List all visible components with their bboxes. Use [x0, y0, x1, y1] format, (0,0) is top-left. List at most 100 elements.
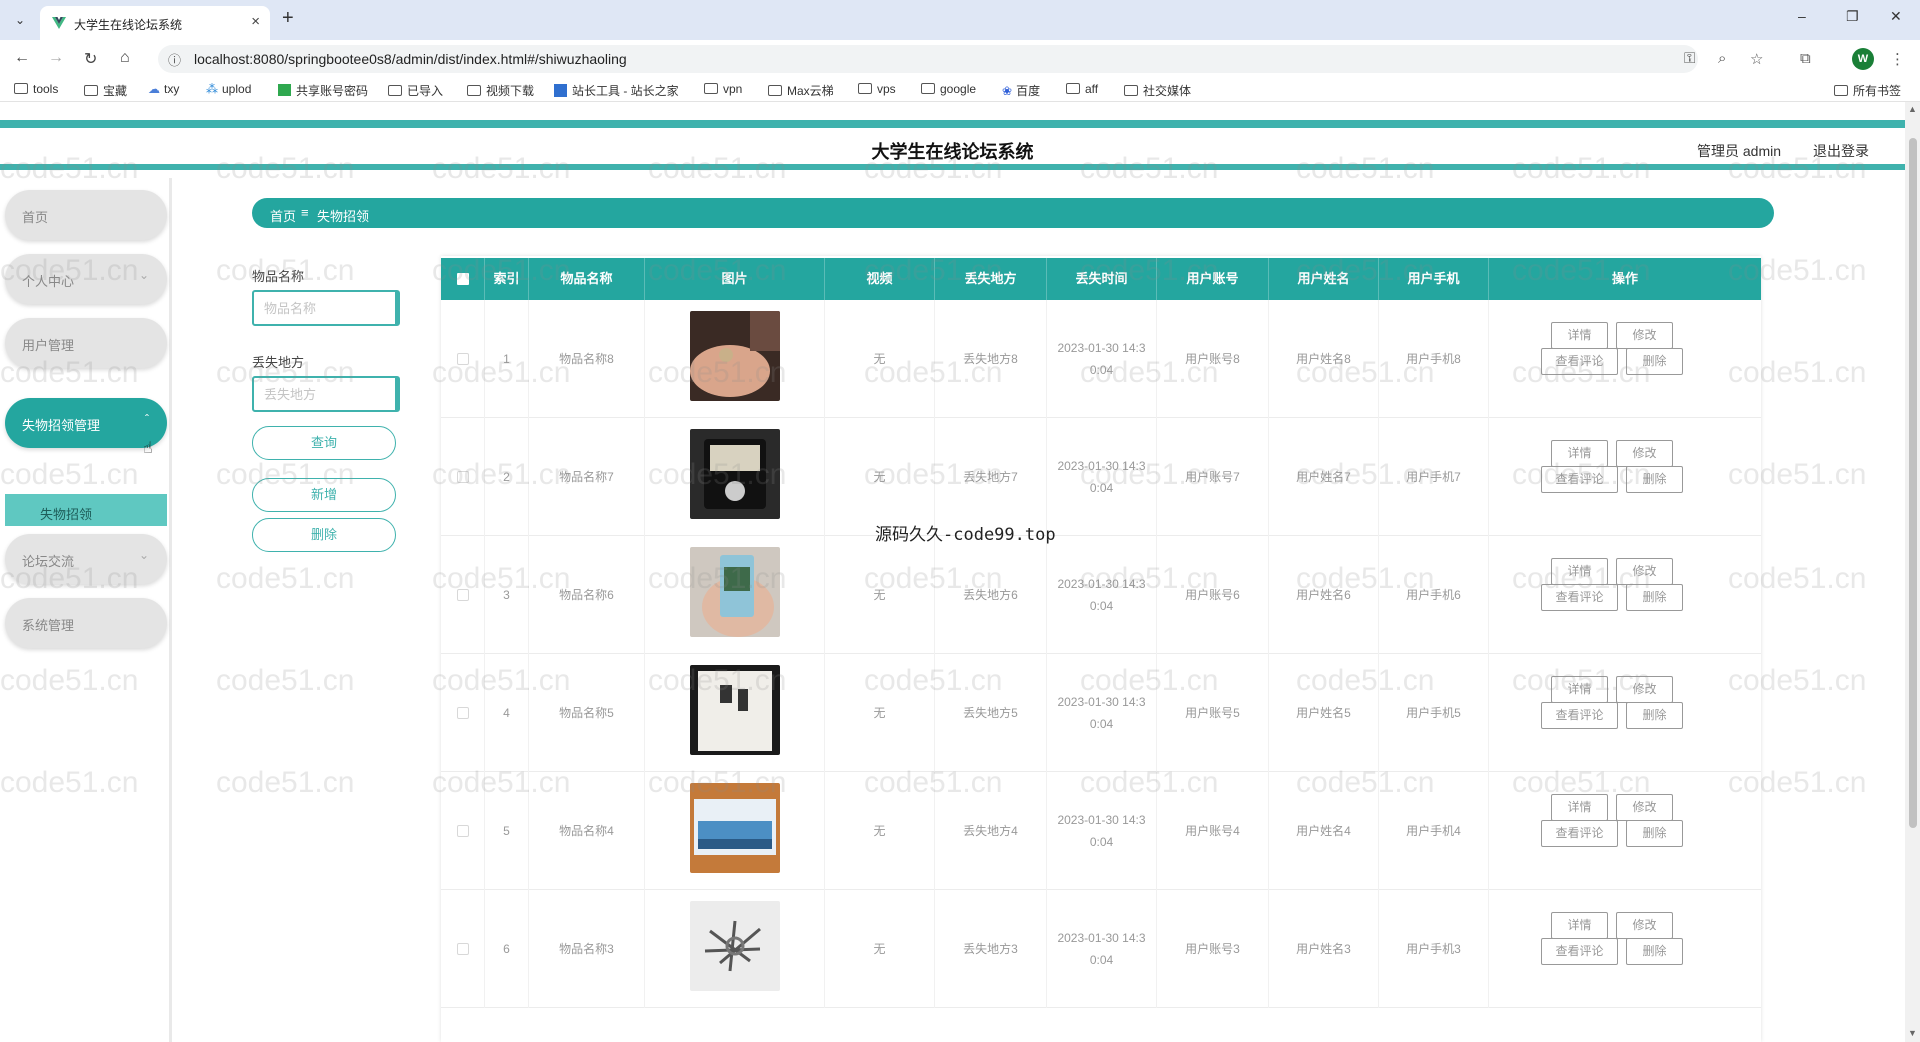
- bookmark-item[interactable]: 共享账号密码: [278, 82, 368, 99]
- bookmark-item[interactable]: vps: [858, 82, 896, 96]
- item-image[interactable]: [689, 900, 780, 998]
- row-checkbox[interactable]: [456, 825, 469, 837]
- item-image[interactable]: [689, 546, 780, 644]
- view-comments-button[interactable]: 查看评论: [1541, 348, 1618, 375]
- tab-list-chevron-icon[interactable]: ⌄: [8, 8, 32, 32]
- row-checkbox[interactable]: [456, 471, 469, 483]
- restore-icon[interactable]: ❐: [1846, 8, 1859, 25]
- edit-button[interactable]: 修改: [1616, 440, 1673, 467]
- sidebar-subitem-lost-found[interactable]: 失物招领: [5, 494, 167, 526]
- edit-button[interactable]: 修改: [1616, 322, 1673, 349]
- view-comments-button[interactable]: 查看评论: [1541, 466, 1618, 493]
- batch-delete-button[interactable]: 删除: [252, 518, 396, 552]
- index-cell: 6: [485, 890, 529, 1008]
- add-button[interactable]: 新增: [252, 478, 396, 512]
- bookmark-item[interactable]: 社交媒体: [1124, 82, 1191, 99]
- table-row: 1 物品名称8 无 丢失地方8 2023-01-30 14:3 0:04 用户账号8 用户姓名…: [441, 300, 1761, 418]
- sidebar-item-home[interactable]: 首页: [5, 190, 167, 240]
- reload-icon[interactable]: ↻: [84, 49, 97, 69]
- edit-button[interactable]: 修改: [1616, 676, 1673, 703]
- delete-button[interactable]: 删除: [1626, 348, 1683, 375]
- sidebar-item-label: 用户管理: [22, 338, 75, 353]
- edit-button[interactable]: 修改: [1616, 794, 1673, 821]
- detail-button[interactable]: 详情: [1551, 558, 1608, 585]
- breadcrumb-home[interactable]: 首页: [270, 206, 296, 225]
- browser-menu-icon[interactable]: ⋮: [1890, 50, 1905, 68]
- forward-arrow-icon[interactable]: →: [48, 49, 64, 67]
- place-cell: 丢失地方7: [935, 418, 1047, 536]
- window-close-icon[interactable]: ✕: [1890, 8, 1902, 25]
- bookmark-star-icon[interactable]: ☆: [1750, 50, 1763, 68]
- edit-button[interactable]: 修改: [1616, 558, 1673, 585]
- video-value: 无: [873, 942, 886, 956]
- scroll-up-icon[interactable]: ▲: [1908, 104, 1917, 114]
- select-all-checkbox[interactable]: [457, 273, 469, 285]
- place-cell: 丢失地方6: [935, 536, 1047, 654]
- item-image[interactable]: [689, 428, 780, 526]
- detail-button[interactable]: 详情: [1551, 322, 1608, 349]
- scrollbar-thumb[interactable]: [1909, 138, 1917, 828]
- view-comments-button[interactable]: 查看评论: [1541, 938, 1618, 965]
- detail-button[interactable]: 详情: [1551, 676, 1608, 703]
- scroll-down-icon[interactable]: ▼: [1908, 1028, 1917, 1038]
- view-comments-button[interactable]: 查看评论: [1541, 702, 1618, 729]
- index-cell: 1: [485, 300, 529, 418]
- page-scrollbar[interactable]: ▲ ▼: [1905, 102, 1920, 1042]
- item-image[interactable]: [689, 782, 780, 880]
- new-tab-plus-icon[interactable]: +: [282, 7, 294, 30]
- url-field[interactable]: ⓘ localhost:8080/springbootee0s8/admin/d…: [158, 45, 1698, 73]
- bookmark-item[interactable]: 已导入: [388, 82, 443, 99]
- delete-button[interactable]: 删除: [1626, 820, 1683, 847]
- zoom-icon[interactable]: ⌕: [1718, 50, 1726, 67]
- bookmark-item[interactable]: vpn: [704, 82, 742, 96]
- bookmark-item[interactable]: ⁂ uplod: [206, 82, 251, 96]
- detail-button[interactable]: 详情: [1551, 440, 1608, 467]
- extensions-icon[interactable]: ⧉: [1800, 50, 1811, 67]
- bookmark-item[interactable]: tools: [14, 82, 58, 96]
- bookmark-item[interactable]: Max云梯: [768, 82, 834, 99]
- delete-button[interactable]: 删除: [1626, 938, 1683, 965]
- tab-title: 大学生在线论坛系统: [74, 18, 183, 32]
- sidebar-item-system-management[interactable]: 系统管理: [5, 598, 167, 648]
- home-icon[interactable]: ⌂: [120, 49, 130, 67]
- sidebar-item-personal-center[interactable]: 个人中心 ⌄: [5, 254, 167, 304]
- tab-close-icon[interactable]: ×: [251, 13, 260, 30]
- logout-link[interactable]: 退出登录: [1813, 141, 1869, 161]
- bookmark-item[interactable]: 视频下载: [467, 82, 534, 99]
- back-arrow-icon[interactable]: ←: [14, 49, 30, 67]
- password-key-icon[interactable]: ⚿: [1684, 50, 1695, 67]
- delete-button[interactable]: 删除: [1626, 466, 1683, 493]
- bookmark-item[interactable]: ❀ 百度: [1002, 82, 1040, 99]
- video-cell: 无: [825, 418, 935, 536]
- place-search-input[interactable]: [252, 376, 400, 412]
- all-bookmarks[interactable]: 所有书签: [1834, 82, 1901, 99]
- row-checkbox[interactable]: [456, 353, 469, 365]
- row-checkbox[interactable]: [456, 589, 469, 601]
- account-value: 用户账号6: [1185, 588, 1240, 602]
- sidebar-item-user-management[interactable]: 用户管理: [5, 318, 167, 368]
- item-image[interactable]: [689, 664, 780, 762]
- bookmark-item[interactable]: 站长工具 - 站长之家: [554, 82, 679, 99]
- detail-button[interactable]: 详情: [1551, 912, 1608, 939]
- view-comments-button[interactable]: 查看评论: [1541, 584, 1618, 611]
- row-checkbox[interactable]: [456, 943, 469, 955]
- profile-avatar[interactable]: W: [1852, 48, 1874, 70]
- sidebar-item-forum[interactable]: 论坛交流 ⌄: [5, 534, 167, 584]
- minimize-icon[interactable]: –: [1798, 8, 1806, 24]
- view-comments-button[interactable]: 查看评论: [1541, 820, 1618, 847]
- detail-button[interactable]: 详情: [1551, 794, 1608, 821]
- name-search-input[interactable]: [252, 290, 400, 326]
- browser-tab-active[interactable]: 大学生在线论坛系统 ×: [40, 6, 270, 40]
- item-image[interactable]: [689, 310, 780, 408]
- delete-button[interactable]: 删除: [1626, 584, 1683, 611]
- folder-icon: [921, 83, 935, 94]
- bookmark-item[interactable]: 宝藏: [84, 82, 127, 99]
- row-checkbox[interactable]: [456, 707, 469, 719]
- bookmark-item[interactable]: aff: [1066, 82, 1098, 96]
- site-info-icon[interactable]: ⓘ: [168, 50, 181, 69]
- delete-button[interactable]: 删除: [1626, 702, 1683, 729]
- bookmark-item[interactable]: ☁ txy: [148, 82, 179, 96]
- query-button[interactable]: 查询: [252, 426, 396, 460]
- edit-button[interactable]: 修改: [1616, 912, 1673, 939]
- bookmark-item[interactable]: google: [921, 82, 976, 96]
